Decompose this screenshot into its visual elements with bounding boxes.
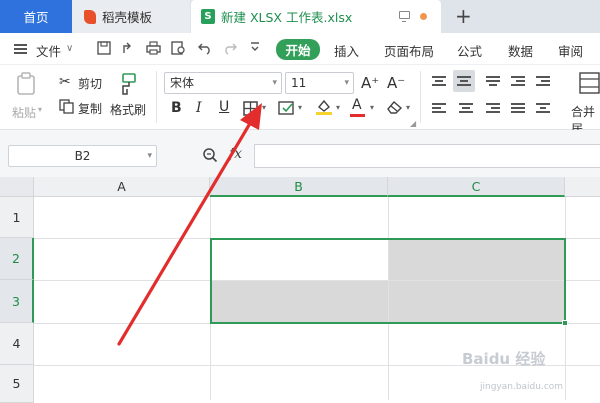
- formula-input[interactable]: [254, 144, 600, 168]
- chevron-down-icon[interactable]: ∨: [66, 43, 73, 54]
- align-middle-button[interactable]: [453, 70, 475, 92]
- tab-workbook-label: 新建 XLSX 工作表.xlsx: [221, 10, 353, 25]
- daoke-logo-icon: [84, 9, 96, 24]
- tab-workbook[interactable]: S 新建 XLSX 工作表.xlsx: [191, 0, 441, 33]
- cell-style-icon[interactable]: [278, 100, 295, 116]
- zoom-formula-icon[interactable]: [202, 147, 218, 163]
- row-header-5[interactable]: 5: [0, 365, 34, 403]
- fill-color-caret-icon[interactable]: ▾: [336, 103, 340, 112]
- merge-cells-icon: [579, 72, 600, 94]
- chevron-down-icon: ▾: [272, 78, 277, 88]
- border-icon[interactable]: [243, 101, 258, 116]
- underline-button[interactable]: U: [219, 99, 229, 115]
- align-center-icon[interactable]: [459, 103, 473, 115]
- align-right-icon[interactable]: [486, 103, 500, 115]
- redo-icon[interactable]: [222, 41, 237, 56]
- column-header-c[interactable]: C: [388, 177, 565, 197]
- row-header-4[interactable]: 4: [0, 323, 34, 365]
- chevron-down-icon: ▾: [344, 78, 349, 88]
- fill-handle[interactable]: [562, 320, 568, 326]
- column-header-b[interactable]: B: [210, 177, 388, 197]
- unsaved-dot-icon: [420, 13, 427, 20]
- spreadsheet-logo-icon: S: [201, 9, 215, 24]
- watermark-url: jingyan.baidu.com: [480, 382, 564, 392]
- selection-range: [210, 238, 566, 324]
- hamburger-icon[interactable]: [14, 44, 27, 54]
- italic-button[interactable]: I: [196, 100, 202, 116]
- shrink-font-button[interactable]: A⁻: [387, 74, 405, 92]
- format-painter-button[interactable]: 格式刷: [110, 101, 146, 118]
- grow-font-button[interactable]: A⁺: [361, 74, 379, 92]
- eraser-icon[interactable]: [386, 99, 403, 115]
- paste-icon: [17, 72, 35, 95]
- tab-formulas[interactable]: 公式: [457, 41, 482, 60]
- paste-label: 粘贴: [12, 106, 37, 120]
- align-middle-icon: [457, 76, 471, 88]
- font-color-caret-icon[interactable]: ▾: [370, 103, 374, 112]
- print-preview-icon[interactable]: [171, 41, 186, 56]
- row-header-3[interactable]: 3: [0, 280, 34, 323]
- tab-daoke-label: 稻壳模板: [102, 10, 153, 25]
- tab-home-label: 首页: [23, 10, 49, 25]
- name-box[interactable]: B2 ▾: [8, 145, 157, 167]
- export-icon[interactable]: [120, 41, 135, 56]
- format-painter-icon: [122, 73, 136, 95]
- row-header-1[interactable]: 1: [0, 197, 34, 238]
- font-name-value: 宋体: [170, 76, 195, 90]
- new-tab-button[interactable]: +: [455, 4, 472, 28]
- save-icon[interactable]: [96, 41, 111, 56]
- align-left-icon[interactable]: [432, 103, 446, 115]
- tab-insert[interactable]: 插入: [334, 41, 359, 60]
- more-dropdown-icon[interactable]: [247, 41, 262, 56]
- font-color-swatch: [350, 114, 365, 117]
- tab-home[interactable]: 首页: [0, 0, 72, 33]
- watermark-logo: Baidu 经验: [462, 350, 546, 368]
- tab-review[interactable]: 审阅: [558, 41, 583, 60]
- paste-caret-icon: ▾: [38, 105, 43, 114]
- tab-bar: 首页 稻壳模板 S 新建 XLSX 工作表.xlsx +: [0, 0, 600, 33]
- font-size-value: 11: [291, 76, 307, 90]
- name-box-value: B2: [74, 149, 91, 163]
- tab-page-layout[interactable]: 页面布局: [384, 41, 434, 60]
- font-name-select[interactable]: 宋体 ▾: [164, 72, 282, 94]
- insert-function-button[interactable]: fx: [229, 146, 242, 162]
- scissors-icon: ✂: [59, 74, 71, 90]
- ribbon-divider: [420, 71, 421, 123]
- indent-decrease-icon[interactable]: [511, 76, 525, 88]
- screen-icon[interactable]: [399, 11, 410, 22]
- tab-daoke-template[interactable]: 稻壳模板: [72, 0, 190, 33]
- border-caret-icon[interactable]: ▾: [262, 103, 266, 112]
- undo-icon[interactable]: [197, 41, 212, 56]
- font-size-select[interactable]: 11 ▾: [285, 72, 354, 94]
- distributed-align-icon[interactable]: [536, 103, 550, 115]
- align-top-icon[interactable]: [432, 76, 446, 88]
- ribbon-divider: [156, 71, 157, 123]
- print-icon[interactable]: [146, 41, 161, 56]
- font-color-button[interactable]: A: [352, 97, 362, 113]
- indent-increase-icon[interactable]: [536, 76, 550, 88]
- tab-home-ribbon[interactable]: 开始: [276, 39, 320, 60]
- menu-bar: 文件 ∨ 开始 插入 页面布局 公式 数据 审阅: [0, 33, 600, 65]
- clear-caret-icon[interactable]: ▾: [406, 103, 410, 112]
- chevron-down-icon: ▾: [147, 151, 152, 161]
- column-header-a[interactable]: A: [34, 177, 210, 197]
- bold-button[interactable]: B: [171, 100, 182, 116]
- justify-icon[interactable]: [511, 103, 525, 115]
- column-header-d[interactable]: [565, 177, 600, 197]
- tab-data[interactable]: 数据: [508, 41, 533, 60]
- select-all-corner[interactable]: [0, 177, 34, 197]
- row-header-2[interactable]: 2: [0, 238, 34, 280]
- ribbon: 粘贴 ▾ ✂ 剪切 复制 格式刷 宋体 ▾ 11 ▾ A⁺ A⁻ B I U ▾…: [0, 65, 600, 136]
- font-dialog-launcher-icon[interactable]: ◢: [410, 119, 416, 128]
- copy-icon: [59, 99, 74, 114]
- align-bottom-icon[interactable]: [486, 76, 500, 88]
- menu-file[interactable]: 文件: [36, 41, 61, 60]
- fill-color-icon[interactable]: [315, 98, 333, 116]
- cut-button[interactable]: 剪切: [78, 75, 102, 92]
- copy-button[interactable]: 复制: [78, 100, 102, 117]
- cell-style-caret-icon[interactable]: ▾: [298, 103, 302, 112]
